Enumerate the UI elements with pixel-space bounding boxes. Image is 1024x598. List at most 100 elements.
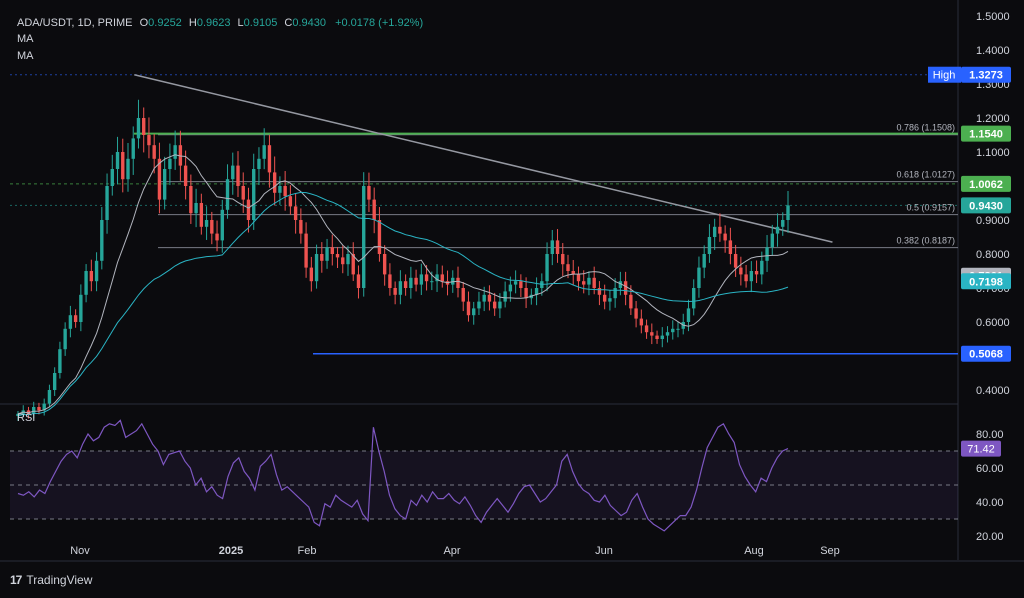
candle-body [503,291,507,302]
low-value: 0.9105 [243,17,278,29]
tradingview-brand[interactable]: 17 TradingView [10,573,92,587]
candle-body [519,281,523,288]
chart[interactable]: 1.50001.40001.30001.20001.10001.00000.90… [0,0,1024,598]
candle-body [440,274,444,282]
candle-body [461,288,465,302]
candle-body [487,294,492,302]
candle-body [372,199,376,220]
candle-body [419,274,424,285]
price-tick-label: 1.4000 [976,45,1010,57]
candle-body [142,118,146,135]
candle-body [246,199,251,220]
candle-body [189,186,193,214]
time-tick-label: Aug [744,545,764,557]
candle-body [629,294,633,309]
candle-body [79,294,83,322]
candle-body [723,233,727,241]
price-label: 0.7198 [961,273,1011,290]
candle-body [597,288,602,295]
candle-body [105,186,109,220]
time-tick-label: Sep [820,545,840,557]
candle-body [781,220,785,227]
rsi-tick-label: 20.00 [976,531,1004,543]
candle-body [770,233,774,248]
candle-body [430,281,434,283]
candle-body [325,247,329,261]
fib-level-label: 0.618 (1.0127) [896,170,955,180]
ma-indicator-label-2[interactable]: MA [17,50,34,62]
candle-body [330,247,334,254]
high-name-text: High [933,70,956,82]
ma-indicator-label-1[interactable]: MA [17,33,34,45]
candle-body [692,288,696,309]
tradingview-logo-icon: 17 [10,573,22,587]
candle-body [623,281,628,295]
candle-body [613,288,617,299]
time-tick-label: Apr [443,545,460,557]
price-label: 0.9430 [961,197,1011,214]
candle-body [236,165,240,186]
price-tick-label: 1.2000 [976,113,1010,125]
candle-body [550,240,554,254]
price-tick-label: 0.9000 [976,215,1010,227]
candle-body [513,281,518,285]
change-value: +0.0178 (+1.92%) [335,17,424,29]
candle-body [63,328,67,350]
price-tick-label: 0.8000 [976,249,1010,261]
rsi-tick-label: 80.00 [976,429,1004,441]
candle-body [199,203,204,227]
candle-body [299,220,303,234]
candle-body [393,288,397,295]
candle-body [477,301,481,309]
candle-body [356,274,361,288]
candle-body [739,267,743,275]
rsi-indicator-label[interactable]: RSI [17,412,35,424]
rsi-tick-label: 60.00 [976,463,1004,475]
open-value: 0.9252 [148,17,182,29]
candle-body [272,172,277,193]
candle-body [582,281,586,285]
candle-body [650,332,654,336]
candle-body [466,301,471,316]
candle-body [37,407,41,411]
candle-body [456,277,460,288]
candle-body [89,271,94,282]
candle-body [786,205,790,220]
candle-body [545,254,549,282]
candle-body [220,209,224,241]
time-tick-label: 2025 [219,545,243,557]
candle-body [110,169,114,186]
candle-body [498,301,502,309]
candle-body [283,186,287,197]
candle-body [665,332,670,336]
candle-body [152,145,156,159]
candle-body [382,254,387,275]
candle-body [68,315,73,329]
candle-body [608,298,612,302]
open-key: O [139,17,149,29]
candle-body [671,328,675,333]
candle-body [304,233,308,268]
candle-body [733,254,738,268]
candle-body [765,247,769,261]
candle-body [712,226,717,237]
price-tick-label: 0.4000 [976,385,1010,397]
candle-body [697,267,701,288]
candle-body [403,281,408,288]
candle-body [482,294,486,302]
candle-body [655,335,659,339]
high-value: 0.9623 [196,17,231,29]
candle-body [561,254,565,265]
candle-body [173,145,177,159]
price-label: High 1.3273 [928,66,1011,83]
candle-body [162,169,167,200]
price-label-text: 1.1540 [969,129,1003,141]
candle-body [94,260,99,282]
candle-body [686,308,691,322]
candle-body [676,328,680,330]
time-tick-label: Feb [298,545,317,557]
candle-body [225,179,230,210]
price-label-text: 0.5068 [969,349,1003,361]
candle-body [168,158,172,169]
candle-body [47,390,52,404]
